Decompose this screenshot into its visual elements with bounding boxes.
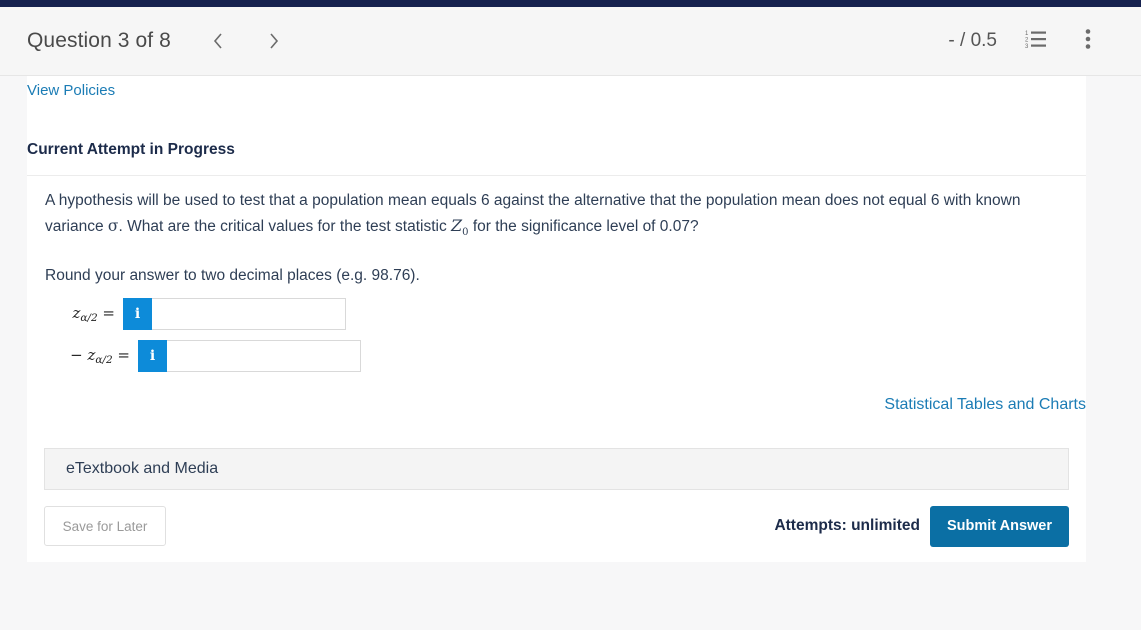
question-body: A hypothesis will be used to test that a… [45,188,1065,285]
left-gutter [0,76,27,562]
rounding-instruction: Round your answer to two decimal places … [45,267,420,285]
answer-label-sub: α/2 [80,311,98,324]
answer-label: zα/2 = [45,304,123,324]
answer-input-negative-z-alpha-half[interactable] [167,340,361,372]
svg-text:1: 1 [1025,31,1029,37]
info-icon[interactable]: i [123,298,152,330]
next-question-button[interactable] [257,24,291,58]
question-page: Question 3 of 8 - / 0.5 1 2 3 View Polic… [0,0,1141,630]
answer-fields: zα/2 = i − zα/2 = i [45,298,361,382]
save-for-later-button[interactable]: Save for Later [44,506,166,546]
attempts-label: Attempts: unlimited [774,517,920,534]
kebab-menu-icon [1085,28,1091,55]
question-text-part3: for the significance level of 0.07? [468,218,699,235]
statistic-letter: Z [451,216,463,235]
statistic-symbol: Z0 [451,216,469,238]
submit-answer-button[interactable]: Submit Answer [929,505,1069,547]
info-icon[interactable]: i [138,340,167,372]
answer-row: − zα/2 = i [45,340,361,372]
previous-question-button[interactable] [201,24,235,58]
attempt-status-heading: Current Attempt in Progress [27,141,235,158]
more-options-button[interactable] [1075,28,1101,54]
section-divider [27,175,1086,176]
question-navigation [201,24,291,58]
etextbook-and-media-accordion[interactable]: eTextbook and Media [44,448,1069,490]
svg-text:2: 2 [1025,37,1029,43]
footer-right-group: Attempts: unlimited Submit Answer [774,505,1069,547]
answer-label-prefix: − [70,346,88,365]
page-title: Question 3 of 8 [27,29,171,52]
answer-row: zα/2 = i [45,298,361,330]
score-display: - / 0.5 [948,30,997,51]
question-list-button[interactable]: 1 2 3 [1023,28,1049,54]
view-policies-link[interactable]: View Policies [27,82,115,99]
answer-label-suffix: = [97,304,115,323]
chevron-right-icon [268,32,280,50]
answer-input-z-alpha-half[interactable] [152,298,346,330]
chevron-left-icon [212,32,224,50]
question-footer: Save for Later Attempts: unlimited Submi… [44,504,1069,548]
svg-text:3: 3 [1025,44,1029,49]
question-header: Question 3 of 8 - / 0.5 1 2 3 [0,7,1141,76]
answer-label: − zα/2 = [45,346,138,366]
sigma-symbol: σ [107,217,119,235]
question-card: View Policies Current Attempt in Progres… [27,76,1086,562]
statistical-tables-link[interactable]: Statistical Tables and Charts [884,396,1086,414]
header-right-group: - / 0.5 1 2 3 [948,28,1101,54]
top-navy-bar [0,0,1141,7]
answer-input-group: i [123,298,346,330]
question-statement: A hypothesis will be used to test that a… [45,188,1065,245]
question-text-part2: . What are the critical values for the t… [118,218,452,235]
answer-label-suffix: = [112,346,130,365]
numbered-list-icon: 1 2 3 [1025,29,1047,54]
answer-label-sub: α/2 [95,353,113,366]
answer-input-group: i [138,340,361,372]
